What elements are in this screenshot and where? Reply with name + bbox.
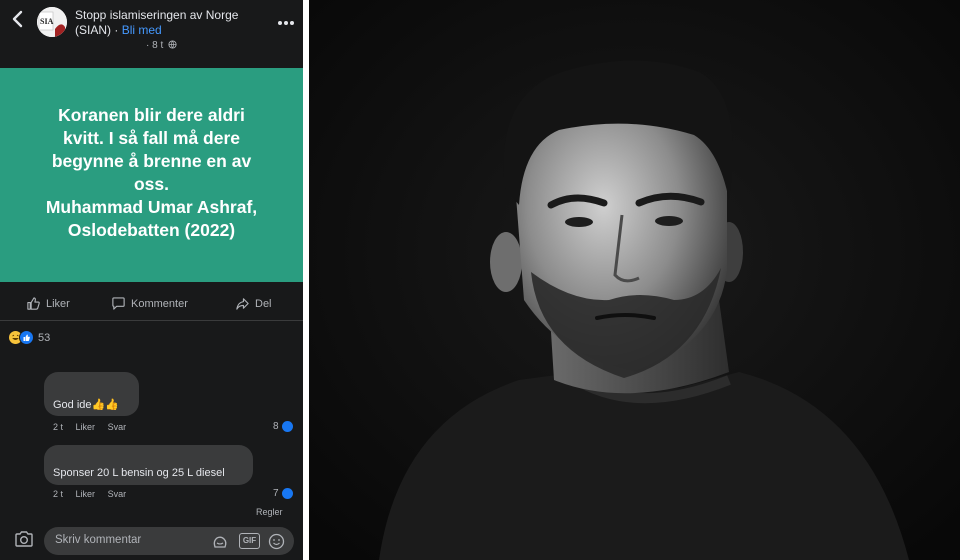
like-button[interactable]: Liker	[26, 296, 70, 311]
comment-bubble-icon	[112, 297, 125, 310]
post-actions-bar: Liker Kommenter Del	[0, 290, 303, 321]
share-label: Del	[255, 297, 272, 310]
comment-meta: 2 t Liker Svar	[53, 489, 136, 499]
quote-line: begynne å brenne en av	[51, 151, 252, 171]
reaction-count: 53	[38, 331, 51, 344]
comment-like-number: 7	[273, 488, 279, 499]
comment-bubble: Sponser 20 L bensin og 25 L diesel	[44, 445, 253, 485]
quote-line: kvitt. I så fall må dere	[62, 128, 241, 148]
globe-icon	[168, 40, 177, 49]
like-label: Liker	[46, 297, 70, 310]
comment-text: Sponser 20 L bensin og 25 L diesel	[53, 467, 225, 479]
comment-like-count[interactable]: 7	[273, 488, 293, 499]
comment-reply-button[interactable]: Svar	[108, 489, 127, 499]
camera-icon[interactable]	[14, 530, 34, 548]
group-avatar[interactable]: SIA	[37, 7, 67, 37]
share-button[interactable]: Del	[235, 296, 272, 311]
comment-like-button[interactable]: Liker	[76, 489, 96, 499]
comment-like-button[interactable]: Liker	[76, 422, 96, 432]
comment-bubble: God ide👍👍	[44, 372, 139, 416]
group-name-line: Stopp islamiseringen av Norge (SIAN) · B…	[75, 8, 275, 38]
gif-button[interactable]: GIF	[239, 533, 260, 549]
share-arrow-icon	[236, 298, 249, 310]
emoji-icon[interactable]	[268, 533, 285, 550]
like-icon	[19, 330, 34, 345]
comment-like-number: 8	[273, 421, 279, 432]
comment-label: Kommenter	[131, 297, 188, 310]
comment-composer: Skriv kommentar GIF	[0, 522, 303, 560]
like-badge-icon	[281, 488, 293, 499]
comment-time: 2 t	[53, 422, 64, 432]
separator-dot: ·	[114, 23, 119, 37]
portrait-photo	[309, 0, 960, 560]
quote-line: Muhammad Umar Ashraf,	[45, 197, 258, 217]
quote-line: Oslodebatten (2022)	[67, 220, 236, 240]
post-meta: · 8 t	[146, 40, 177, 51]
comment-input[interactable]: Skriv kommentar GIF	[44, 527, 294, 555]
comment-meta: 2 t Liker Svar	[53, 422, 136, 432]
facebook-post-screenshot: SIA Stopp islamiseringen av Norge (SIAN)…	[0, 0, 303, 560]
comment-like-count[interactable]: 8	[273, 421, 293, 432]
reaction-summary[interactable]: 53	[8, 330, 50, 345]
more-options-icon[interactable]	[278, 12, 296, 25]
rules-link[interactable]: Regler	[256, 507, 283, 517]
thumbs-up-icon	[27, 297, 40, 310]
comment-placeholder: Skriv kommentar	[55, 534, 142, 546]
quote-line: oss.	[133, 174, 170, 194]
comment-text: God ide👍👍	[53, 399, 119, 411]
post-quote-text: Koranen blir dere aldri kvitt. I så fall…	[10, 104, 293, 242]
comment-reply-button[interactable]: Svar	[108, 422, 127, 432]
quote-line: Koranen blir dere aldri	[58, 105, 245, 125]
avatar-sticker-icon[interactable]	[211, 534, 229, 549]
like-badge-icon	[281, 421, 293, 432]
comment-button[interactable]: Kommenter	[111, 296, 188, 311]
svg-text:SIA: SIA	[40, 17, 54, 26]
portrait-illustration	[309, 0, 960, 560]
comment-time: 2 t	[53, 489, 64, 499]
post-timestamp[interactable]: 8 t	[152, 40, 163, 51]
back-arrow-icon[interactable]	[10, 10, 26, 28]
join-group-button[interactable]: Bli med	[122, 23, 162, 37]
meta-dot: ·	[146, 40, 150, 51]
post-quote-card: Koranen blir dere aldri kvitt. I så fall…	[0, 68, 303, 282]
